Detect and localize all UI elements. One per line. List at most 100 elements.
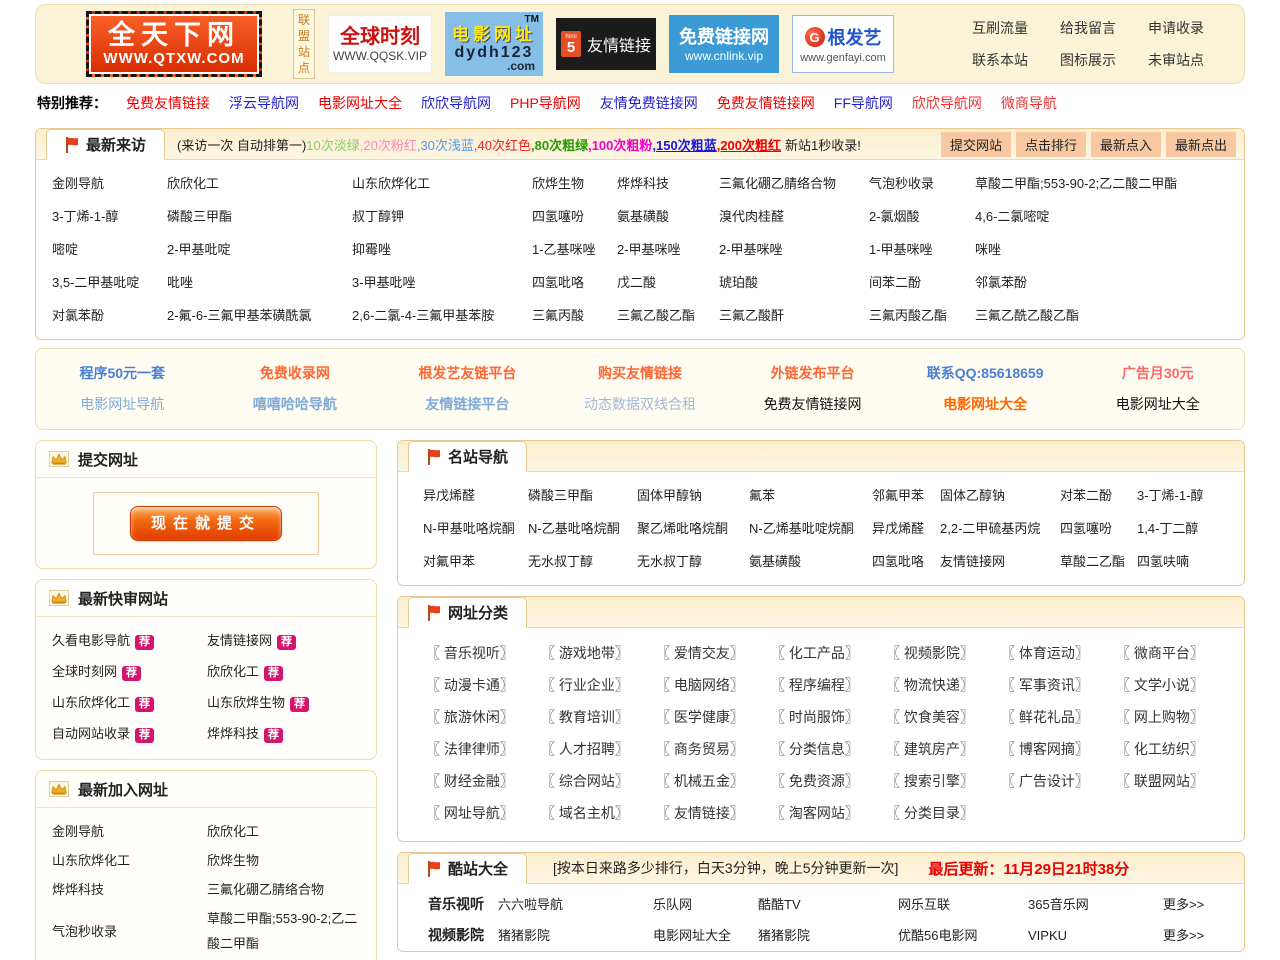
recommend-link[interactable]: PHP导航网 (510, 93, 581, 113)
latest-visits-button[interactable]: 点击排行 (1016, 132, 1086, 157)
site-link[interactable]: 欣烨生物 (532, 167, 617, 200)
site-link[interactable]: 山东欣烨化工 (52, 695, 130, 710)
recommend-link[interactable]: 友情免费链接网 (600, 93, 698, 113)
submit-now-button[interactable]: 现在就提交 (130, 506, 282, 541)
banner-friend-links[interactable]: html 5 友情链接 (556, 18, 656, 70)
category-link[interactable]: 〖 物流快递〗 (886, 669, 1001, 701)
site-link[interactable]: 山东欣烨化工 (352, 167, 532, 200)
category-link[interactable]: 〖 机械五金〗 (656, 765, 771, 797)
site-link[interactable]: 猪猪影院 (758, 920, 898, 951)
site-link[interactable]: 氟苯 (749, 479, 872, 512)
category-link[interactable]: 〖 网址导航〗 (426, 797, 541, 829)
category-link[interactable]: 〖 广告设计〗 (1001, 765, 1116, 797)
site-link[interactable]: 三氟乙酸酐 (719, 299, 869, 332)
site-link[interactable]: 嘧啶 (52, 233, 167, 266)
site-link[interactable]: 四氢噻吩 (532, 200, 617, 233)
category-link[interactable]: 〖 财经金融〗 (426, 765, 541, 797)
site-link[interactable]: 烨烨科技 (617, 167, 719, 200)
site-logo[interactable]: 全天下网 WWW.QTXW.COM (86, 11, 262, 77)
site-link[interactable]: 2-氯烟酸 (869, 200, 975, 233)
site-link[interactable]: 2-氟-6-三氟甲基苯磺酰氯 (167, 299, 352, 332)
famous-sites-tab[interactable]: 名站导航 (408, 441, 527, 472)
category-link[interactable]: 〖 博客网摘〗 (1001, 733, 1116, 765)
site-link[interactable]: 气泡秒收录 (52, 917, 207, 946)
latest-visits-tab[interactable]: 最新来访 (46, 129, 165, 160)
site-link[interactable]: 草酸二甲酯;553-90-2;乙二酸二甲酯 (207, 904, 366, 958)
ad-link[interactable]: 免费收录网 (209, 358, 382, 389)
site-link[interactable]: N-乙烯基吡啶烷酮 (749, 512, 872, 545)
site-link[interactable]: 2,2-二甲硫基丙烷 (940, 512, 1060, 545)
site-link[interactable]: 咪唑 (975, 233, 1244, 266)
site-link[interactable]: 欣欣化工 (207, 817, 366, 846)
header-link[interactable]: 未审站点 (1148, 50, 1204, 70)
site-link[interactable]: 山东欣烨生物 (207, 695, 285, 710)
site-link[interactable]: 3,5-二甲基吡啶 (52, 266, 167, 299)
site-link[interactable]: 对氯苯酚 (52, 299, 167, 332)
category-link[interactable]: 〖 综合网站〗 (541, 765, 656, 797)
site-link[interactable]: 网乐互联 (898, 889, 1028, 920)
site-link[interactable]: 乐队网 (653, 889, 758, 920)
latest-visits-button[interactable]: 最新点出 (1166, 132, 1236, 157)
site-link[interactable]: 氨基磺酸 (749, 545, 872, 578)
site-link[interactable]: 欣欣化工 (167, 167, 352, 200)
site-link[interactable]: 3-丁烯-1-醇 (1137, 479, 1244, 512)
category-link[interactable]: 〖 域名主机〗 (541, 797, 656, 829)
site-link[interactable]: 2-甲基咪唑 (617, 233, 719, 266)
site-link[interactable]: 三氟乙酰乙酸乙酯 (975, 299, 1244, 332)
recommend-link[interactable]: 浮云导航网 (229, 93, 299, 113)
site-link[interactable]: 四氢呋喃 (1137, 545, 1244, 578)
ad-link[interactable]: 友情链接平台 (381, 389, 554, 420)
site-link[interactable]: 优酷56电影网 (898, 920, 1028, 951)
site-link[interactable]: 友情链接网 (207, 633, 272, 648)
site-link[interactable]: 2-甲基吡啶 (167, 233, 352, 266)
category-link[interactable]: 〖 免费资源〗 (771, 765, 886, 797)
header-link[interactable]: 给我留言 (1060, 18, 1116, 38)
category-link[interactable]: 〖 分类目录〗 (886, 797, 1001, 829)
site-link[interactable]: 草酸二甲酯;553-90-2;乙二酸二甲酯 (975, 167, 1244, 200)
ad-link[interactable]: 联系QQ:85618659 (899, 358, 1072, 389)
site-link[interactable]: 固体乙醇钠 (940, 479, 1060, 512)
site-link[interactable]: 4,6-二氯嘧啶 (975, 200, 1244, 233)
category-link[interactable]: 〖 音乐视听〗 (426, 637, 541, 669)
site-link[interactable]: 全球时刻网 (52, 664, 117, 679)
site-link[interactable]: 无水叔丁醇 (637, 545, 749, 578)
site-link[interactable]: 对氟甲苯 (423, 545, 528, 578)
category-link[interactable]: 〖 动漫卡通〗 (426, 669, 541, 701)
site-link[interactable]: 异戊烯醛 (872, 512, 940, 545)
ad-link[interactable]: 电影网址大全 (1071, 389, 1244, 420)
site-link[interactable]: 三氟丙酸乙酯 (869, 299, 975, 332)
site-link[interactable]: 固体甲醇钠 (637, 479, 749, 512)
recommend-link[interactable]: 免费友情链接网 (717, 93, 815, 113)
site-link[interactable]: 1,4-丁二醇 (1137, 512, 1244, 545)
category-link[interactable]: 〖 网上购物〗 (1116, 701, 1244, 733)
category-link[interactable]: 〖 淘客网站〗 (771, 797, 886, 829)
site-link[interactable]: 溴代肉桂醛 (719, 200, 869, 233)
banner-genfayi[interactable]: G 根发艺 www.genfayi.com (792, 15, 894, 73)
header-link[interactable]: 申请收录 (1148, 18, 1204, 38)
category-link[interactable]: 〖 医学健康〗 (656, 701, 771, 733)
header-link[interactable]: 图标展示 (1060, 50, 1116, 70)
site-link[interactable]: 1-甲基咪唑 (869, 233, 975, 266)
recommend-link[interactable]: 欣欣导航网 (912, 93, 982, 113)
category-link[interactable]: 〖 联盟网站〗 (1116, 765, 1244, 797)
site-link[interactable]: 2,6-二氯-4-三氟甲基苯胺 (352, 299, 532, 332)
category-link[interactable]: 〖 搜索引擎〗 (886, 765, 1001, 797)
category-link[interactable]: 〖 旅游休闲〗 (426, 701, 541, 733)
site-link[interactable]: 金刚导航 (52, 167, 167, 200)
ad-link[interactable]: 电影网址大全 (899, 389, 1072, 420)
site-link[interactable]: 草酸二乙酯 (1060, 545, 1137, 578)
recommend-link[interactable]: 微商导航 (1001, 93, 1057, 113)
site-link[interactable]: 欣欣化工 (207, 664, 259, 679)
ad-link[interactable]: 嘻嘻哈哈导航 (209, 389, 382, 420)
site-link[interactable]: N-乙基吡咯烷酮 (528, 512, 637, 545)
category-link[interactable]: 〖 文学小说〗 (1116, 669, 1244, 701)
category-link[interactable]: 〖 视频影院〗 (886, 637, 1001, 669)
site-link[interactable]: 四氢噻吩 (1060, 512, 1137, 545)
site-link[interactable]: VIPKU (1028, 920, 1163, 951)
more-link[interactable]: 更多>> (1163, 920, 1244, 951)
site-link[interactable]: 自动网站收录 (52, 726, 130, 741)
site-link[interactable]: 友情链接网 (940, 545, 1060, 578)
category-link[interactable]: 〖 教育培训〗 (541, 701, 656, 733)
site-link[interactable]: 磷酸三甲酯 (528, 479, 637, 512)
ad-link[interactable]: 广告月30元 (1071, 358, 1244, 389)
